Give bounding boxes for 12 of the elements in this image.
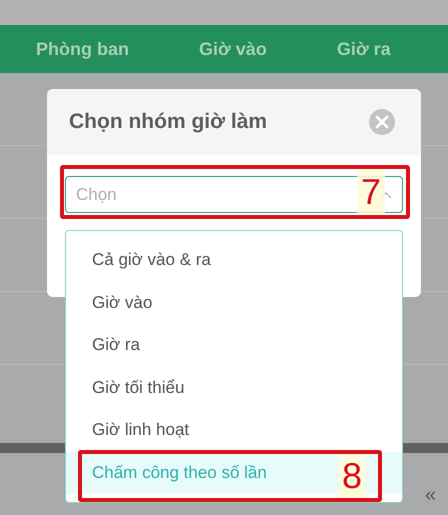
- dropdown-option[interactable]: Giờ tối thiểu: [66, 366, 402, 409]
- annotation-number: 7: [357, 170, 386, 214]
- dropdown-option[interactable]: Cả giờ vào & ra: [66, 239, 402, 282]
- annotation-number: 8: [338, 454, 366, 498]
- column-heading: Giờ vào: [199, 38, 267, 60]
- dialog-title: Chọn nhóm giờ làm: [69, 110, 268, 134]
- dropdown-option[interactable]: Giờ linh hoạt: [66, 409, 402, 452]
- dropdown-option[interactable]: Giờ ra: [66, 324, 402, 366]
- dropdown-option[interactable]: Giờ vào: [66, 282, 402, 324]
- close-icon[interactable]: [369, 109, 395, 135]
- column-heading: Phòng ban: [36, 38, 129, 60]
- column-heading: Giờ ra: [336, 38, 391, 60]
